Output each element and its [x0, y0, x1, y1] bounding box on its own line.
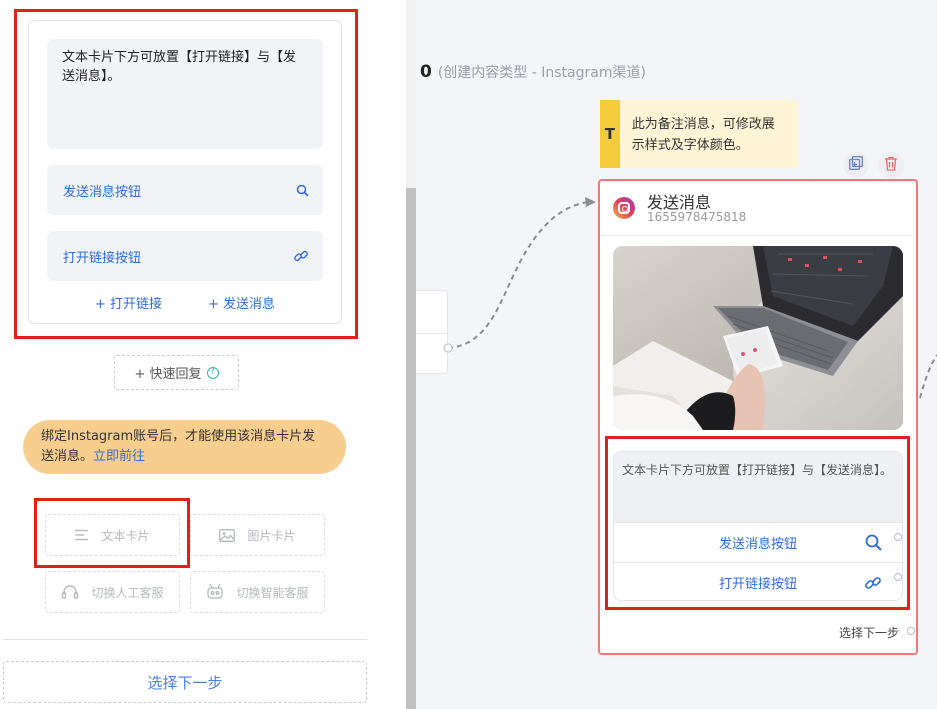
delete-node-button[interactable] — [878, 152, 904, 178]
highlight-box — [605, 436, 910, 610]
note-card[interactable]: T 此为备注消息，可修改展示样式及字体颜色。 — [600, 100, 797, 168]
node-divider — [600, 235, 916, 236]
image-card-photo — [613, 246, 903, 430]
note-text: 此为备注消息，可修改展示样式及字体颜色。 — [631, 117, 775, 153]
copy-node-button[interactable] — [843, 152, 869, 178]
node-id: 1655978475818 — [647, 210, 747, 224]
instagram-icon — [613, 197, 635, 219]
node-next-step-label: 选择下一步 — [839, 626, 900, 640]
note-type-badge: T — [600, 100, 620, 168]
next-step-output-port[interactable] — [907, 627, 915, 635]
trash-icon — [884, 156, 898, 175]
copy-icon — [849, 156, 863, 174]
